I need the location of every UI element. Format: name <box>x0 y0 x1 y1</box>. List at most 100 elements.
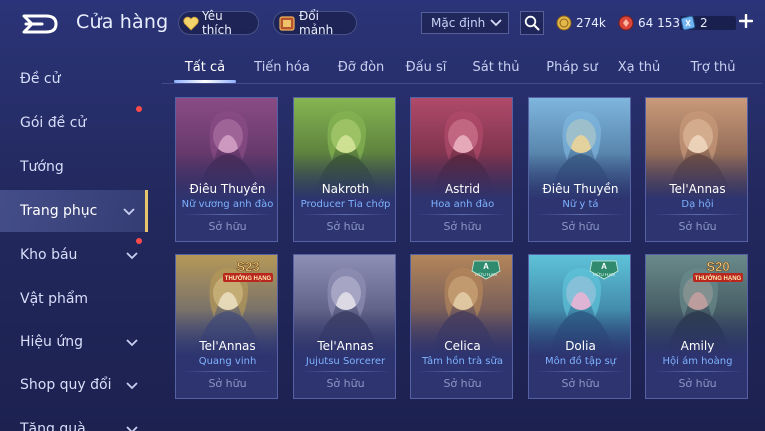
season-rank-badge: S23 THƯỞNG HẠNG <box>221 258 275 284</box>
tab-7[interactable]: Trợ thủ <box>684 56 742 82</box>
skin-name: Nữ vương anh đào <box>181 199 274 210</box>
skin-name: Dạ hội <box>681 199 714 210</box>
svg-text:THƯỞNG HẠNG: THƯỞNG HẠNG <box>225 275 272 282</box>
tab-0[interactable]: Tất cả <box>175 56 235 82</box>
skin-name: Hoa anh đào <box>430 199 495 210</box>
skin-card[interactable]: Tel'Annas Quang vinh Sở hữu S23 THƯỞNG HẠNG <box>175 254 278 399</box>
favorite-label: Yêu thích <box>202 9 232 37</box>
svg-text:THƯỞNG HẠNG: THƯỞNG HẠNG <box>695 275 742 282</box>
skin-name: Quang vinh <box>198 356 257 367</box>
sort-dropdown[interactable]: Mặc định <box>421 12 509 34</box>
skin-card[interactable]: Tel'Annas Jujutsu Sorcerer Sở hữu <box>293 254 396 399</box>
hero-name: Dolia <box>565 339 596 353</box>
sidebar-item-6[interactable]: Hiệu ứng <box>0 321 148 363</box>
hero-name: Amily <box>680 339 715 353</box>
skin-card[interactable]: Celica Tâm hồn trà sữa Sở hữu A HỮU HẠN <box>410 254 513 399</box>
svg-text:S23: S23 <box>236 259 259 274</box>
skin-card[interactable]: Điêu Thuyền Nữ y tá Sở hữu <box>528 97 631 242</box>
hero-name: Tel'Annas <box>199 339 256 353</box>
sidebar-item-3[interactable]: Trang phục <box>0 190 148 232</box>
ticket-amount: 2 <box>700 16 708 30</box>
sidebar-item-label: Gói đề cử <box>20 115 87 131</box>
hero-name: Điêu Thuyền <box>189 182 266 196</box>
svg-text:HỮU HẠN: HỮU HẠN <box>475 271 497 277</box>
favorite-button[interactable]: Yêu thích <box>178 9 259 37</box>
sidebar-item-2[interactable]: Tướng <box>0 146 148 188</box>
owned-status: Sở hữu <box>561 220 600 233</box>
skin-name: Môn đồ tập sự <box>544 356 617 367</box>
limited-badge: A HỮU HẠN <box>588 259 620 281</box>
tabs-divider <box>162 83 762 84</box>
card-divider <box>417 371 508 372</box>
skin-card[interactable]: Điêu Thuyền Nữ vương anh đào Sở hữu <box>175 97 278 242</box>
skin-name: Hội ám hoàng <box>662 356 733 367</box>
sidebar-item-label: Kho báu <box>20 247 78 263</box>
search-button[interactable] <box>520 11 544 35</box>
sidebar-item-5[interactable]: Vật phẩm <box>0 278 148 320</box>
sidebar-item-8[interactable]: Tặng quà <box>0 408 148 431</box>
notification-dot <box>136 238 142 244</box>
tab-5[interactable]: Pháp sư <box>542 56 602 82</box>
chevron-down-icon <box>126 382 138 390</box>
card-divider <box>535 214 626 215</box>
swap-shards-label: Đổi mảnh <box>299 9 334 37</box>
skin-card[interactable]: Astrid Hoa anh đào Sở hữu <box>410 97 513 242</box>
search-icon <box>524 15 540 31</box>
page-title: Cửa hàng <box>76 11 169 33</box>
skin-name: Nữ y tá <box>562 199 599 210</box>
card-divider <box>535 371 626 372</box>
svg-text:HỮU HẠN: HỮU HẠN <box>593 271 615 277</box>
chevron-down-icon <box>123 208 135 216</box>
gold-balance: 274k <box>556 13 606 33</box>
category-tabs: Tất cả Tiến hóa Đỡ đòn Đấu sĩ Sát thủ Pháp sư… <box>162 56 762 84</box>
hero-name: Celica <box>444 339 481 353</box>
skin-card[interactable]: Tel'Annas Dạ hội Sở hữu <box>645 97 748 242</box>
chevron-down-icon <box>490 19 502 27</box>
sidebar-item-1[interactable]: Gói đề cử <box>0 102 148 144</box>
bottom-fade <box>162 422 765 431</box>
add-currency-button[interactable] <box>737 12 755 30</box>
card-divider <box>182 371 273 372</box>
skin-name: Producer Tia chớp <box>300 199 391 210</box>
skin-card[interactable]: Nakroth Producer Tia chớp Sở hữu <box>293 97 396 242</box>
tab-2[interactable]: Đỡ đòn <box>330 56 392 82</box>
card-divider <box>652 371 743 372</box>
tab-1[interactable]: Tiến hóa <box>250 56 314 82</box>
card-divider <box>300 371 391 372</box>
ticket-balance: 2 <box>680 13 736 33</box>
sidebar-item-label: Trang phục <box>20 203 98 219</box>
sidebar-item-0[interactable]: Đề cử <box>0 58 148 100</box>
skin-card[interactable]: Dolia Môn đồ tập sự Sở hữu A HỮU HẠN <box>528 254 631 399</box>
swap-shards-button[interactable]: Đổi mảnh <box>273 9 357 37</box>
card-divider <box>182 214 273 215</box>
top-bar: Cửa hàng Yêu thích Đổi mảnh Mặc định 274… <box>0 0 765 46</box>
owned-status: Sở hữu <box>678 220 717 233</box>
sidebar-item-4[interactable]: Kho báu <box>0 234 148 276</box>
sidebar-item-label: Vật phẩm <box>20 291 89 307</box>
skin-card[interactable]: Amily Hội ám hoàng Sở hữu S20 THƯỞNG HẠNG <box>645 254 748 399</box>
chevron-down-icon <box>126 426 138 431</box>
gold-coin-icon <box>556 15 572 31</box>
limited-badge: A HỮU HẠN <box>470 259 502 281</box>
owned-status: Sở hữu <box>443 377 482 390</box>
sidebar: Đề cử Gói đề cử Tướng Trang phục Kho báu Vật … <box>0 58 150 431</box>
gem-amount: 64 153 <box>638 16 680 30</box>
owned-status: Sở hữu <box>561 377 600 390</box>
svg-text:A: A <box>483 262 489 271</box>
voucher-gem-icon <box>618 15 634 31</box>
back-button[interactable] <box>20 12 60 36</box>
gold-amount: 274k <box>576 16 606 30</box>
svg-text:S20: S20 <box>706 259 729 274</box>
sidebar-item-label: Tướng <box>20 159 64 175</box>
owned-status: Sở hữu <box>443 220 482 233</box>
sidebar-item-7[interactable]: Shop quy đổi <box>0 364 148 406</box>
tab-3[interactable]: Đấu sĩ <box>402 56 450 82</box>
tab-4[interactable]: Sát thủ <box>468 56 524 82</box>
owned-status: Sở hữu <box>678 377 717 390</box>
owned-status: Sở hữu <box>208 220 247 233</box>
tab-6[interactable]: Xạ thủ <box>614 56 664 82</box>
card-divider <box>652 214 743 215</box>
skin-name: Tâm hồn trà sữa <box>422 356 503 367</box>
chevron-down-icon <box>126 252 138 260</box>
card-divider <box>300 214 391 215</box>
